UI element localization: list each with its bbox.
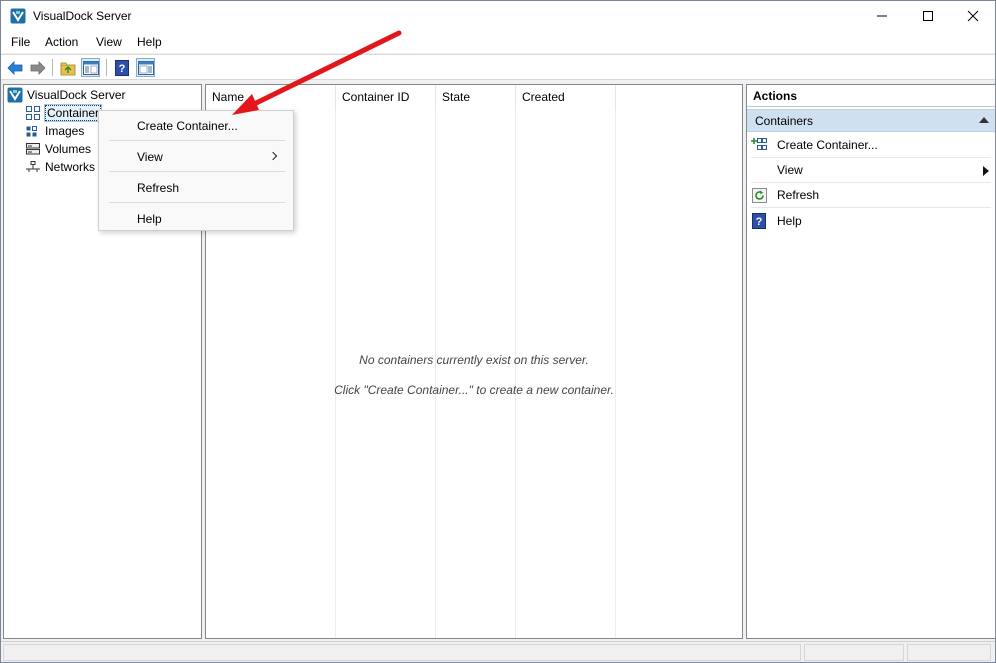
title-bar: VisualDock Server [1,1,995,31]
maximize-button[interactable] [905,1,951,31]
empty-state-message: No containers currently exist on this se… [359,353,589,367]
action-label: Create Container... [777,138,878,152]
column-divider [335,109,336,638]
status-segment [907,644,991,661]
actions-section-containers[interactable]: Containers [747,109,995,132]
minimize-button[interactable] [859,1,905,31]
menu-separator [109,171,285,172]
toolbar: ? [1,54,995,80]
menu-action[interactable]: Action [45,35,78,49]
window-title: VisualDock Server [33,9,132,23]
help-button[interactable]: ? [112,58,131,77]
context-menu-label: View [137,150,163,164]
create-container-icon [751,137,767,153]
submenu-arrow-icon [983,166,989,176]
context-menu-refresh[interactable]: Refresh [100,176,292,200]
refresh-icon [751,187,767,203]
column-header-created[interactable]: Created [516,85,616,109]
tree-item-images[interactable]: Images [25,122,84,140]
app-icon [10,8,26,24]
help-icon: ? [114,59,129,76]
actions-section-label: Containers [755,114,814,128]
collapse-icon [979,117,989,123]
menu-help[interactable]: Help [137,35,162,49]
tree-item-container[interactable]: Container [25,104,103,122]
images-icon [25,123,41,139]
context-menu-create-container[interactable]: Create Container... [100,114,292,138]
action-help[interactable]: ? Help [751,208,991,233]
tree-item-volumes[interactable]: Volumes [25,140,91,158]
close-button[interactable] [950,1,996,31]
column-divider [515,109,516,638]
help-icon: ? [751,212,767,229]
volumes-icon [25,141,41,157]
tree-label-container: Container [43,104,103,122]
column-header-container-id[interactable]: Container ID [336,85,436,109]
back-button[interactable] [5,58,24,77]
action-refresh[interactable]: Refresh [751,183,991,208]
context-menu: Create Container... View Refresh Help [98,110,294,231]
actions-header: Actions [747,85,995,107]
tree-label-networks: Networks [45,160,96,174]
tree-label-images: Images [45,124,85,138]
show-hide-action-pane-icon [137,60,154,75]
context-menu-help[interactable]: Help [100,207,292,231]
show-hide-action-pane-button[interactable] [136,58,155,77]
container-icon [25,105,41,121]
menu-separator [109,202,285,203]
action-create-container[interactable]: Create Container... [751,133,991,158]
svg-text:?: ? [756,216,763,228]
tree-item-networks[interactable]: Networks [25,158,95,176]
minimize-icon [877,15,887,17]
back-icon [6,60,22,75]
maximize-icon [923,11,933,21]
status-segment [804,644,904,661]
server-icon [7,87,23,103]
context-menu-view[interactable]: View [100,145,292,169]
networks-icon [25,159,41,175]
column-header-name[interactable]: Name [206,85,336,109]
action-label: Help [777,213,802,228]
column-header-state[interactable]: State [436,85,516,109]
tree-label-volumes: Volumes [45,142,92,156]
show-hide-tree-icon [82,60,99,75]
svg-text:?: ? [118,63,125,75]
action-view[interactable]: View [751,158,991,183]
action-label: Refresh [777,188,820,202]
toolbar-separator [106,59,107,76]
menu-separator [109,140,285,141]
forward-button[interactable] [28,58,47,77]
main-window: VisualDock Server File Action View Help [0,0,996,663]
empty-state-hint: Click "Create Container..." to create a … [334,383,614,397]
actions-pane: Actions Containers Create Container... V… [746,84,996,639]
close-icon [967,10,979,22]
menu-file[interactable]: File [11,35,30,49]
show-hide-tree-button[interactable] [81,58,100,77]
toolbar-separator [52,59,53,76]
action-label: View [777,163,803,177]
status-bar [1,641,995,662]
column-divider [615,109,616,638]
folder-up-icon [60,62,75,75]
menu-view[interactable]: View [96,35,122,49]
menu-bar: File Action View Help [1,31,995,53]
tree-label-root: VisualDock Server [27,88,126,102]
status-segment [3,644,801,661]
forward-icon [30,60,46,75]
column-divider [435,109,436,638]
up-folder-button[interactable] [58,58,77,77]
tree-item-root[interactable]: VisualDock Server [7,86,125,104]
submenu-arrow-icon [268,151,278,161]
